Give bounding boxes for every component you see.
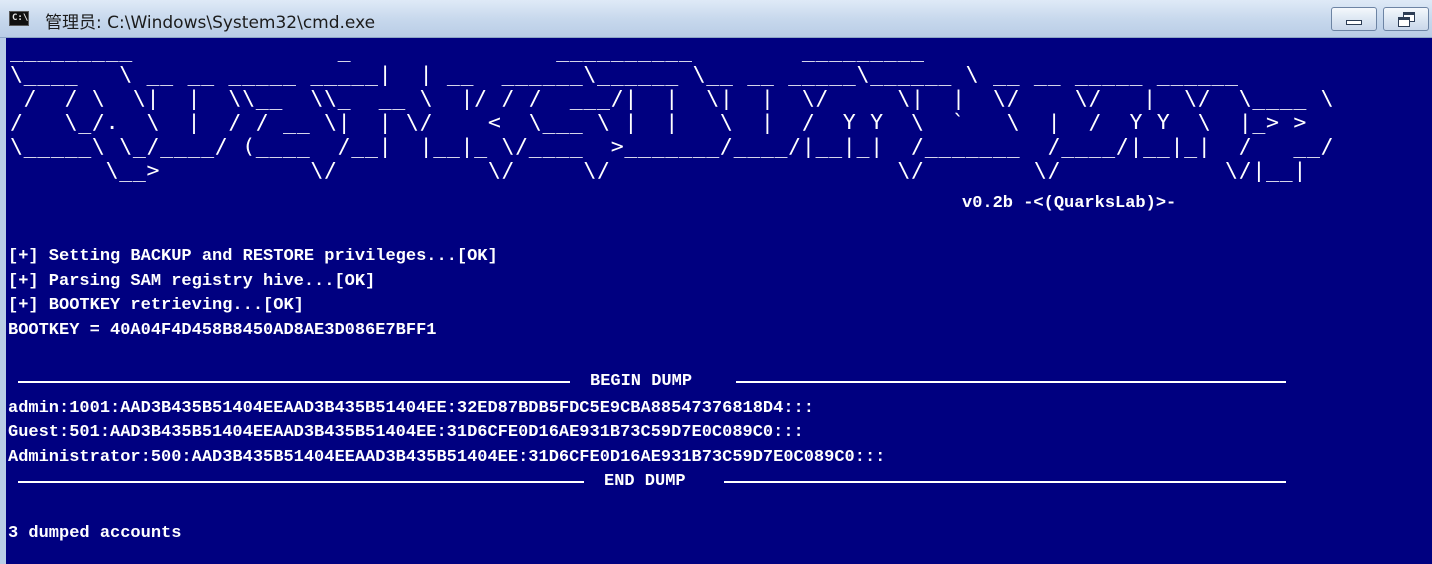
bootkey-value: BOOTKEY = 40A04F4D458B8450AD8AE3D086E7BF… (8, 321, 437, 340)
dumped-accounts-summary: 3 dumped accounts (8, 524, 182, 543)
cmd-console-icon[interactable]: C:\ (9, 11, 29, 26)
cmd-window: C:\ 管理员: C:\Windows\System32\cmd.exe ___… (0, 0, 1432, 564)
end-dump-separator: END DUMP (18, 471, 1286, 493)
console-output[interactable]: _________ _ __________ _________ \____ \… (0, 38, 1432, 564)
dump-line-guest: Guest:501:AAD3B435B51404EEAAD3B435B51404… (8, 423, 804, 442)
end-dump-label: END DUMP (604, 472, 686, 491)
separator-rule (736, 381, 1286, 383)
quarkspwdump-banner-art: _________ _ __________ _________ \____ \… (10, 38, 1335, 182)
separator-rule (18, 481, 584, 483)
window-title: 管理员: C:\Windows\System32\cmd.exe (45, 13, 376, 33)
begin-dump-separator: BEGIN DUMP (18, 371, 1286, 393)
restore-icon-back (1398, 17, 1410, 27)
title-bar[interactable]: C:\ 管理员: C:\Windows\System32\cmd.exe (0, 0, 1432, 38)
restore-button[interactable] (1383, 7, 1429, 31)
separator-rule (724, 481, 1286, 483)
status-line-bootkey-retrieve: [+] BOOTKEY retrieving...[OK] (8, 296, 304, 315)
begin-dump-label: BEGIN DUMP (590, 372, 693, 391)
dump-line-admin: admin:1001:AAD3B435B51404EEAAD3B435B5140… (8, 399, 814, 418)
status-line-backup: [+] Setting BACKUP and RESTORE privilege… (8, 247, 498, 266)
minimize-button[interactable] (1331, 7, 1377, 31)
minimize-icon (1346, 20, 1362, 25)
version-text: v0.2b -<(QuarksLab)>- (962, 194, 1177, 213)
separator-rule (18, 381, 570, 383)
status-line-parsing: [+] Parsing SAM registry hive...[OK] (8, 272, 376, 291)
dump-line-administrator: Administrator:500:AAD3B435B51404EEAAD3B4… (8, 448, 886, 467)
